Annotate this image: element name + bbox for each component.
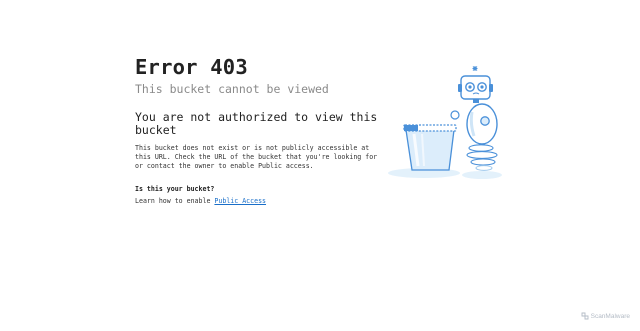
error-heading: You are not authorized to view this buck…: [135, 110, 378, 137]
robot-icon: [458, 66, 498, 171]
scanmalware-logo-icon: [581, 312, 589, 320]
bucket-icon: [403, 124, 457, 171]
error-content: Error 403 This bucket cannot be viewed Y…: [135, 56, 385, 206]
public-access-link[interactable]: Public Access: [214, 197, 266, 205]
bucket-question: Is this your bucket?: [135, 185, 215, 193]
error-title: Error 403: [135, 55, 248, 79]
error-description: This bucket does not exist or is not pub…: [135, 144, 378, 170]
robot-bucket-illustration: [388, 66, 502, 179]
learn-line: Learn how to enable Public Access: [135, 197, 385, 206]
ball-icon: [450, 110, 460, 120]
brand-watermark: ScanMalware: [581, 312, 630, 320]
learn-prefix: Learn how to enable: [135, 197, 215, 205]
brand-label: ScanMalware: [590, 312, 630, 320]
robot-shadow: [462, 171, 502, 179]
error-subtitle: This bucket cannot be viewed: [135, 82, 329, 96]
